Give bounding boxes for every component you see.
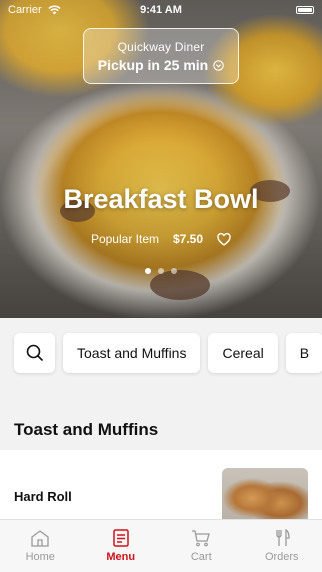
search-button[interactable] [14,333,55,373]
tab-label-orders: Orders [264,551,299,563]
carousel-dot[interactable] [171,268,177,274]
battery-icon [296,6,314,14]
tab-label-menu: Menu [106,551,136,563]
category-chip-toast-and-muffins[interactable]: Toast and Muffins [63,333,201,373]
chevron-down-circle-icon [213,59,224,71]
pickup-selector[interactable]: Quickway Diner Pickup in 25 min [83,28,239,84]
tab-bar: Home Menu Cart Orders [0,519,322,572]
pickup-eta: Pickup in 25 min [97,57,209,73]
category-chip-more[interactable]: B [285,333,322,373]
orders-icon [276,529,290,546]
tab-orders[interactable]: Orders [242,520,322,572]
section-title: Toast and Muffins [14,420,159,439]
tab-label-cart: Cart [190,551,212,563]
food-photo-detail [150,270,210,300]
status-time: 9:41 AM [140,4,182,16]
menu-item-row[interactable]: Hard Roll [0,450,322,530]
tab-label-home: Home [25,551,55,563]
search-icon [26,344,43,362]
tab-cart[interactable]: Cart [161,520,242,572]
menu-icon [113,529,129,547]
featured-item-meta: Popular Item $7.50 [0,232,322,246]
carousel-dot[interactable] [145,268,151,274]
carousel-dot[interactable] [158,268,164,274]
category-bar: Toast and Muffins Cereal B [0,318,322,388]
cart-icon [192,530,211,547]
restaurant-name: Quickway Diner [117,40,205,54]
category-chip-cereal[interactable]: Cereal [208,333,278,373]
tab-menu[interactable]: Menu [81,520,162,572]
menu-item-name: Hard Roll [14,489,72,504]
status-bar: Carrier 9:41 AM [0,0,322,20]
featured-item-price: $7.50 [173,232,204,246]
featured-item-tag: Popular Item [90,232,159,246]
featured-item-title: Breakfast Bowl [63,184,259,214]
tab-home[interactable]: Home [0,520,81,572]
home-icon [31,530,49,547]
carousel-dots[interactable] [0,268,322,274]
heart-icon[interactable] [217,232,231,246]
